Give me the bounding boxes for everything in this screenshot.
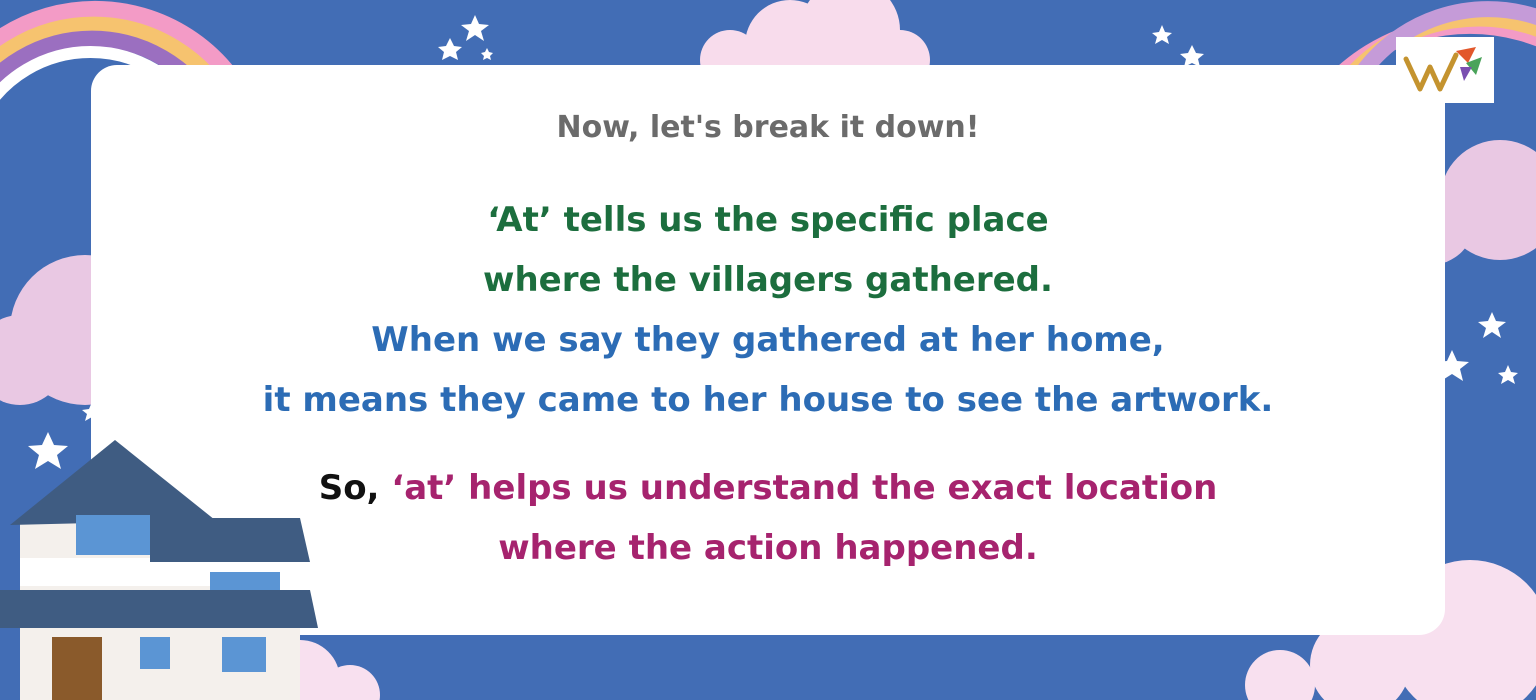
- summary-line-1: So, ‘at’ helps us understand the exact l…: [0, 468, 1536, 508]
- explanation-line-3: When we say they gathered at her home,: [371, 320, 1165, 360]
- summary-line-2: where the action happened.: [498, 528, 1038, 568]
- intro-heading: Now, let's break it down!: [556, 110, 980, 145]
- summary-prefix: So,: [318, 468, 380, 508]
- summary-highlight: ‘at’ helps us understand the exact locat…: [391, 468, 1218, 508]
- lesson-content: Now, let's break it down! ‘At’ tells us …: [0, 0, 1536, 700]
- explanation-line-1: ‘At’ tells us the specific place: [487, 200, 1049, 240]
- explanation-line-4: it means they came to her house to see t…: [262, 380, 1274, 420]
- explanation-line-2: where the villagers gathered.: [483, 260, 1053, 300]
